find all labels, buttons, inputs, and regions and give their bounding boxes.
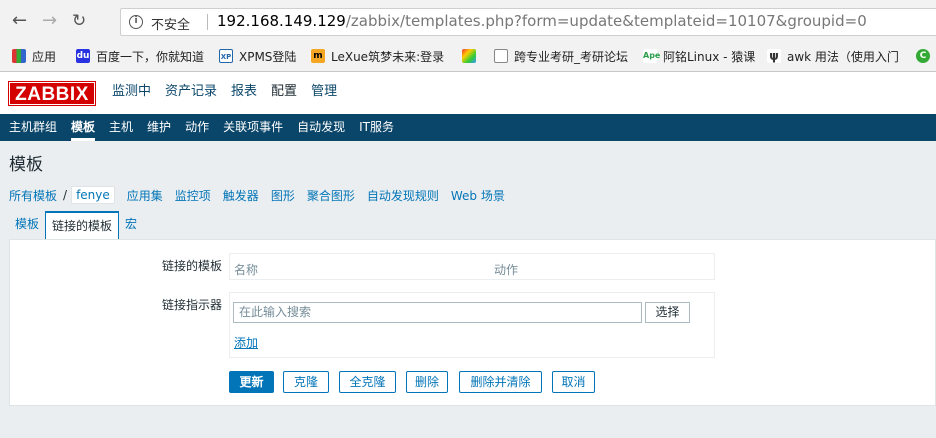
link-discovery-rules[interactable]: 自动发现规则 <box>367 187 439 204</box>
submenu-it-services[interactable]: IT服务 <box>359 119 394 136</box>
sub-menu: 主机群组 模板 主机 维护 动作 关联项事件 自动发现 IT服务 <box>9 119 408 141</box>
submenu-correlation[interactable]: 关联项事件 <box>223 119 283 136</box>
security-indicator[interactable]: 不安全 <box>151 14 190 33</box>
link-applications[interactable]: 应用集 <box>127 187 163 204</box>
submenu-discovery[interactable]: 自动发现 <box>297 119 345 136</box>
full-clone-button[interactable]: 全克隆 <box>339 371 396 393</box>
bookmarks-bar: 应用 du 百度一下，你就知道 XP XPMS登陆 m LeXue筑梦未来:登录… <box>0 44 936 68</box>
submenu-templates[interactable]: 模板 <box>71 119 96 141</box>
tab-macros[interactable]: 宏 <box>119 211 143 239</box>
apelearn-icon: Ape <box>643 49 660 63</box>
bookmark-label: 百度一下，你就知道 <box>96 49 205 64</box>
bookmark-label: 应用 <box>32 49 57 64</box>
link-web-scenarios[interactable]: Web 场景 <box>451 187 505 204</box>
main-menu: 监测中 资产记录 报表 配置 管理 <box>112 83 351 101</box>
delete-and-clear-button[interactable]: 删除并清除 <box>459 371 542 393</box>
submenu-host-groups[interactable]: 主机群组 <box>9 119 57 136</box>
submenu-maintenance[interactable]: 维护 <box>147 119 171 136</box>
back-arrow-icon[interactable]: ← <box>12 12 27 30</box>
lexue-icon: m <box>311 49 325 63</box>
bookmark-apelearn[interactable]: Ape 阿铭Linux - 猿课 <box>643 46 755 66</box>
bookmark-kaoyan[interactable]: 跨专业考研_考研论坛 <box>494 46 628 66</box>
bookmark-apps[interactable]: 应用 <box>12 46 56 66</box>
zabbix-logo[interactable]: ZABBIX <box>8 81 96 106</box>
form-tabs: 模板 链接的模板 宏 <box>9 211 143 239</box>
bookmark-label: 跨专业考研_考研论坛 <box>514 49 629 64</box>
blog-icon: ψ <box>767 49 781 63</box>
tab-linked-templates[interactable]: 链接的模板 <box>45 211 120 239</box>
forward-arrow-icon[interactable]: → <box>42 12 57 30</box>
form-panel: 链接的模板 名称 动作 链接指示器 在此输入搜索 选择 添加 更新 克隆 全克隆… <box>9 239 936 406</box>
baidu-icon: du <box>76 49 90 63</box>
submenu-actions[interactable]: 动作 <box>185 119 209 136</box>
bookmark-awk[interactable]: ψ awk 用法（使用入门 <box>767 46 899 66</box>
delete-button[interactable]: 删除 <box>406 371 448 393</box>
breadcrumb-separator: / <box>63 188 68 202</box>
menu-administration[interactable]: 管理 <box>311 83 344 101</box>
xpms-icon: XP <box>219 49 233 63</box>
bookmark-label: LeXue筑梦未来:登录 <box>331 49 445 64</box>
reload-icon[interactable]: ↻ <box>72 12 86 30</box>
cancel-button[interactable]: 取消 <box>552 371 595 393</box>
bookmark-lexue[interactable]: m LeXue筑梦未来:登录 <box>311 46 444 66</box>
select-button[interactable]: 选择 <box>645 302 690 323</box>
page-icon <box>494 49 508 63</box>
breadcrumb-all-templates[interactable]: 所有模板 <box>9 187 57 204</box>
link-screens[interactable]: 聚合图形 <box>307 187 355 204</box>
link-items[interactable]: 监控项 <box>175 187 211 204</box>
column-header-action: 动作 <box>494 263 519 277</box>
info-icon[interactable]: i <box>129 15 143 29</box>
menu-inventory[interactable]: 资产记录 <box>165 83 224 101</box>
bookmark-baidu[interactable]: du 百度一下，你就知道 <box>76 46 204 66</box>
bookmark-label: 阿铭Linux - 猿课 <box>663 49 756 64</box>
breadcrumb: 所有模板 / fenye 应用集 监控项 触发器 图形 聚合图形 自动发现规则 … <box>9 185 517 205</box>
column-header-name: 名称 <box>234 263 259 277</box>
sub-menu-bar: 主机群组 模板 主机 维护 动作 关联项事件 自动发现 IT服务 <box>0 114 936 141</box>
url-host: 192.168.149.129 <box>217 12 346 30</box>
colorful-app-icon <box>462 49 476 63</box>
link-triggers[interactable]: 触发器 <box>223 187 259 204</box>
clone-button[interactable]: 克隆 <box>283 371 329 393</box>
linked-templates-label: 链接的模板 <box>161 259 222 273</box>
address-separator <box>207 14 208 30</box>
green-circle-icon: C <box>916 49 930 63</box>
tab-template[interactable]: 模板 <box>9 211 45 239</box>
link-indicator-label: 链接指示器 <box>161 298 222 312</box>
bookmark-label: awk 用法（使用入门 <box>787 49 899 64</box>
zabbix-header: ZABBIX 监测中 资产记录 报表 配置 管理 <box>0 72 936 114</box>
link-graphs[interactable]: 图形 <box>271 187 295 204</box>
url-path: /zabbix/templates.php?form=update&templa… <box>345 12 867 30</box>
browser-chrome: ← → ↻ i 不安全 192.168.149.129/zabbix/templ… <box>0 0 936 72</box>
update-button[interactable]: 更新 <box>229 371 274 393</box>
url-text[interactable]: 192.168.149.129/zabbix/templates.php?for… <box>217 12 867 30</box>
bookmark-overflow[interactable]: C <box>916 46 936 66</box>
linked-templates-table: 名称 动作 <box>229 253 715 280</box>
submenu-hosts[interactable]: 主机 <box>109 119 133 136</box>
bookmark-label: XPMS登陆 <box>239 49 297 64</box>
bookmark-xpms[interactable]: XP XPMS登陆 <box>219 46 296 66</box>
apps-grid-icon <box>12 49 26 63</box>
address-bar[interactable]: i 不安全 192.168.149.129/zabbix/templates.p… <box>120 8 936 36</box>
template-search-input[interactable]: 在此输入搜索 <box>233 302 642 323</box>
add-link[interactable]: 添加 <box>234 334 258 351</box>
page-title: 模板 <box>9 155 43 175</box>
menu-configuration[interactable]: 配置 <box>271 83 304 101</box>
breadcrumb-current-template[interactable]: fenye <box>71 186 115 204</box>
menu-monitoring[interactable]: 监测中 <box>112 83 158 101</box>
menu-reports[interactable]: 报表 <box>231 83 264 101</box>
bookmark-colorful[interactable] <box>462 46 482 66</box>
